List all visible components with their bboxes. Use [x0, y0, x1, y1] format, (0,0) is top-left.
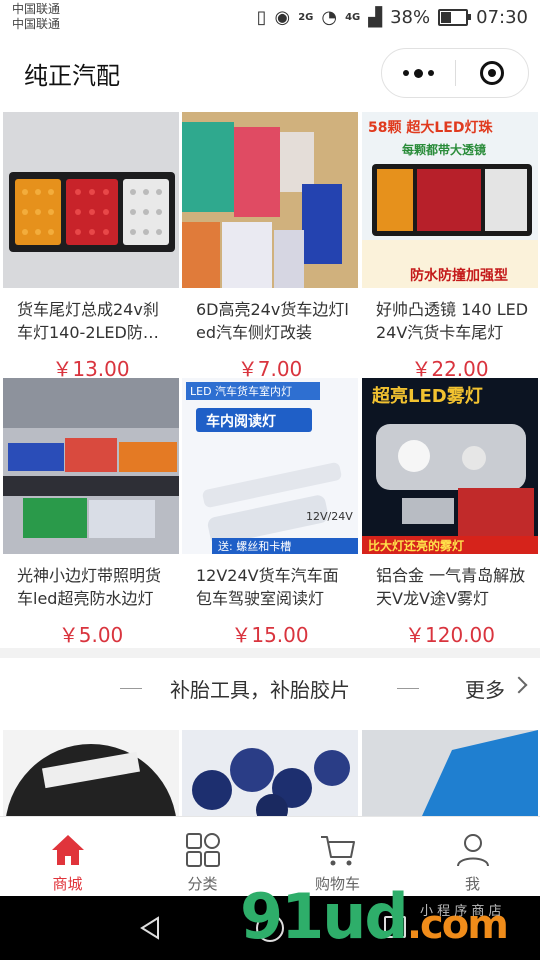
user-icon — [456, 834, 489, 867]
battery-icon — [438, 9, 472, 26]
more-link[interactable]: 更多 — [465, 674, 505, 703]
close-mini-program-button[interactable] — [456, 49, 529, 97]
section-title: 补胎工具，补胎胶片 — [170, 678, 350, 702]
header: 纯正汽配 — [0, 36, 540, 110]
signal-icon: ▟ — [368, 7, 383, 28]
product-price: ￥5.00 — [58, 623, 124, 647]
p5-line2: 车内阅读灯 — [206, 413, 276, 430]
product-card[interactable]: 光神小边灯带照明货车led超亮防水边灯 ￥5.00 — [3, 378, 179, 648]
product-image: 58颗 超大LED灯珠 每颗都带大透镜 防水防撞加强型 — [362, 112, 538, 288]
product-row-partial — [0, 730, 540, 816]
tab-label: 分类 — [187, 875, 218, 893]
watermark-brand: 91ud — [240, 880, 409, 953]
battery-percent: 38% — [390, 7, 431, 28]
product-name: 好帅凸透镜 140 LED24V汽货卡车尾灯 — [376, 300, 529, 342]
mini-program-capsule — [381, 48, 529, 98]
page-title: 纯正汽配 — [24, 62, 120, 90]
p3-line1: 58颗 超大LED灯珠 — [368, 119, 493, 136]
eye-icon: ◉ — [274, 7, 291, 28]
dot-icon — [427, 70, 434, 76]
product-name: 铝合金 一气青岛解放天V龙V途V雾灯 — [376, 566, 526, 608]
product-image[interactable] — [3, 730, 179, 816]
carrier-1: 中国联通 — [12, 2, 61, 16]
target-icon — [479, 61, 504, 85]
cart-icon — [320, 836, 355, 866]
product-card[interactable]: 58颗 超大LED灯珠 每颗都带大透镜 防水防撞加强型 好帅凸透镜 140 LE… — [362, 112, 538, 382]
product-image: 超亮LED雾灯 比大灯还亮的雾灯 — [362, 378, 538, 554]
product-name: 6D高亮24v货车边灯led汽车侧灯改装 — [196, 300, 349, 342]
product-card[interactable]: 6D高亮24v货车边灯led汽车侧灯改装 ￥7.00 — [182, 112, 358, 382]
product-name: 光神小边灯带照明货车led超亮防水边灯 — [17, 566, 162, 608]
status-icons: ▯ ◉ 2G ◔ 4G ▟ 38% 07:30 — [257, 7, 528, 28]
product-card[interactable]: 货车尾灯总成24v刹车灯140-2LED防水后尾灯 ￥13.00 — [3, 112, 179, 382]
p6-line2: 比大灯还亮的雾灯 — [368, 538, 464, 553]
home-icon — [51, 835, 84, 865]
status-bar: 中国联通 中国联通 ▯ ◉ 2G ◔ 4G ▟ 38% 07:30 — [0, 0, 540, 36]
network-4g-label: 4G — [345, 12, 361, 23]
product-name: 12V24V货车汽车面包车驾驶室阅读灯 — [196, 566, 339, 608]
p5-line4: 送: 螺丝和卡槽 — [218, 539, 291, 553]
watermark-tagline: 小 程 序 商 店 — [420, 904, 502, 919]
back-icon[interactable] — [138, 916, 162, 940]
p3-line3: 防水防撞加强型 — [410, 267, 508, 284]
product-price: ￥15.00 — [231, 623, 309, 647]
product-image — [182, 112, 358, 288]
section-divider — [0, 648, 540, 658]
section-header: 补胎工具，补胎胶片 更多 — [0, 658, 540, 718]
p5-line1: LED 汽车货车室内灯 — [190, 384, 292, 398]
carrier-2: 中国联通 — [12, 17, 61, 31]
product-card[interactable]: LED 汽车货车室内灯 车内阅读灯 12V/24V 送: 螺丝和卡槽 12V24… — [182, 378, 358, 648]
product-image[interactable] — [362, 730, 538, 816]
carrier-info: 中国联通 中国联通 — [12, 2, 60, 32]
product-price: ￥120.00 — [405, 623, 495, 647]
p5-line3: 12V/24V — [306, 510, 353, 523]
clock: 07:30 — [476, 7, 528, 28]
title-dash-left — [120, 688, 142, 689]
network-2g-label: 2G — [298, 12, 314, 23]
product-image — [3, 112, 179, 288]
vibrate-icon: ▯ — [256, 7, 267, 28]
more-options-button[interactable] — [382, 49, 455, 97]
category-grid-icon — [185, 833, 220, 867]
product-image — [3, 378, 179, 554]
product-image: LED 汽车货车室内灯 车内阅读灯 12V/24V 送: 螺丝和卡槽 — [182, 378, 358, 554]
chevron-right-icon[interactable] — [510, 676, 528, 694]
p3-line2: 每颗都带大透镜 — [402, 142, 486, 157]
product-name: 货车尾灯总成24v刹车灯140-2LED防水后尾灯 — [17, 300, 159, 342]
dot-icon — [402, 70, 409, 76]
p6-line1: 超亮LED雾灯 — [372, 385, 483, 407]
tab-mall[interactable]: 商城 — [0, 817, 135, 897]
dot-icon — [413, 68, 423, 78]
product-image[interactable] — [182, 730, 358, 816]
wifi-icon: ◔ — [321, 7, 338, 28]
title-dash-right — [397, 688, 419, 689]
tab-label: 商城 — [52, 875, 83, 893]
product-card[interactable]: 超亮LED雾灯 比大灯还亮的雾灯 铝合金 一气青岛解放天V龙V途V雾灯 ￥120… — [362, 378, 538, 648]
